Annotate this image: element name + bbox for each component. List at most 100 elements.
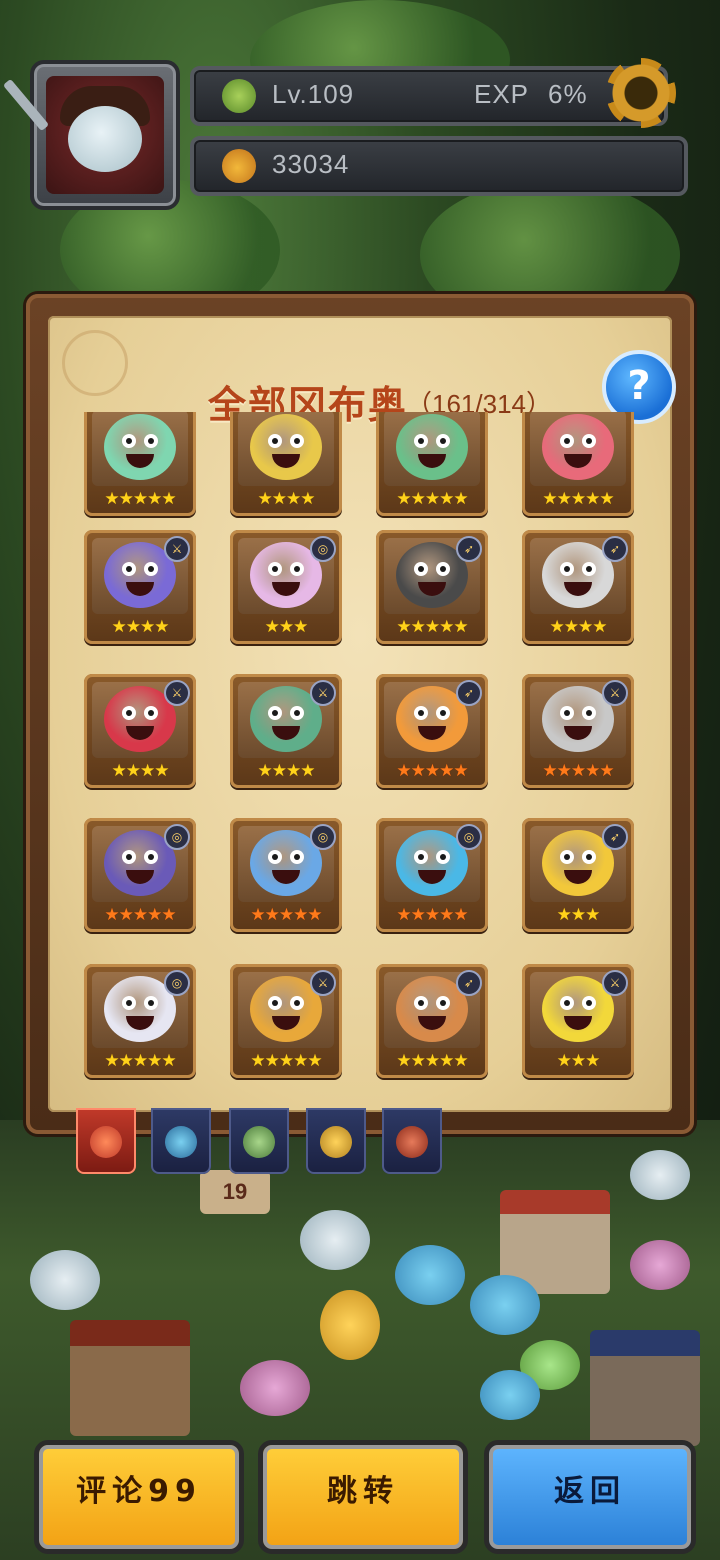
creature-eye (560, 434, 574, 448)
tab-all[interactable] (76, 1108, 136, 1174)
back-button[interactable]: 返回 (484, 1440, 696, 1554)
creature-portrait (250, 414, 322, 480)
card-frame: ◎ ★★★★★ (230, 818, 342, 932)
tab-blue[interactable] (151, 1108, 211, 1174)
creature-eye (582, 850, 596, 864)
star-rating: ★★★★★ (396, 1051, 468, 1071)
creature-card[interactable]: ⚔ ★★★★ (84, 674, 196, 788)
creature-eye (560, 850, 574, 864)
card-frame: ⚔ ★★★★★ (522, 674, 634, 788)
jump-button[interactable]: 跳转 (258, 1440, 468, 1554)
village-monster[interactable] (470, 1275, 540, 1335)
creature-eye (582, 434, 596, 448)
star-rating: ★★★★★ (104, 905, 176, 925)
star-rating: ★★★★★ (542, 761, 614, 781)
creature-card[interactable]: ◎ ★★★★★ (376, 818, 488, 932)
avatar-portrait (46, 76, 164, 194)
collection-panel: 全部冈布奥 （161/314） ? ★★★★★ ★★★★ ★★★★★ ★★★★★ ⚔ ★★… (26, 294, 694, 1134)
creature-card[interactable]: ⚔ ★★★ (522, 964, 634, 1078)
creature-card[interactable]: ★★★★★ (522, 412, 634, 516)
level-bar: Lv.109 EXP 6% (190, 66, 668, 126)
tab-blue-icon (165, 1126, 197, 1158)
star-rating: ★★★★★ (104, 1051, 176, 1071)
creature-eye (268, 434, 282, 448)
tab-green-icon (243, 1126, 275, 1158)
creature-card[interactable]: ◎ ★★★ (230, 530, 342, 644)
star-rating: ★★★★★ (396, 761, 468, 781)
creature-eye (414, 562, 428, 576)
creature-mouth (564, 1016, 592, 1030)
exp-value: 6% (548, 79, 588, 109)
creature-card[interactable]: ◎ ★★★★★ (230, 818, 342, 932)
village-sign-number: 19 (222, 1179, 248, 1204)
card-frame: ➶ ★★★★ (522, 530, 634, 644)
creature-card[interactable]: ➶ ★★★ (522, 818, 634, 932)
tab-red[interactable] (382, 1108, 442, 1174)
creature-mouth (272, 582, 300, 596)
creature-card[interactable]: ➶ ★★★★ (522, 530, 634, 644)
star-rating: ★★★★ (111, 617, 170, 637)
creature-mouth (126, 870, 154, 884)
player-avatar[interactable] (30, 60, 180, 210)
creature-mouth (418, 582, 446, 596)
creature-card[interactable]: ★★★★★ (376, 412, 488, 516)
creature-eye (436, 850, 450, 864)
creature-card[interactable]: ➶ ★★★★★ (376, 964, 488, 1078)
creature-card[interactable]: ➶ ★★★★★ (376, 674, 488, 788)
creature-portrait (396, 414, 468, 480)
creature-card[interactable]: ⚔ ★★★★★ (522, 674, 634, 788)
gear-icon[interactable] (606, 58, 676, 128)
creature-grid[interactable]: ★★★★★ ★★★★ ★★★★★ ★★★★★ ⚔ ★★★★ ◎ ★★★ ➶ ★★★★★ ➶ ★★★★ ⚔… (84, 412, 644, 1092)
tab-green[interactable] (229, 1108, 289, 1174)
house (70, 1320, 190, 1436)
tab-all-icon (90, 1126, 122, 1158)
level-label: Lv.109 (272, 79, 355, 109)
star-rating: ★★★★★ (250, 905, 322, 925)
creature-eye (414, 996, 428, 1010)
swirl-class-icon: ◎ (164, 824, 190, 850)
creature-card[interactable]: ★★★★ (230, 412, 342, 516)
creature-card[interactable]: ◎ ★★★★★ (84, 964, 196, 1078)
star-rating: ★★★ (264, 617, 309, 637)
creature-card[interactable]: ◎ ★★★★★ (84, 818, 196, 932)
village-monster[interactable] (630, 1150, 690, 1200)
collection-panel-body: 全部冈布奥 （161/314） ? ★★★★★ ★★★★ ★★★★★ ★★★★★ ⚔ ★★… (48, 316, 676, 1112)
bow-class-icon: ➶ (602, 824, 628, 850)
village-monster[interactable] (480, 1370, 540, 1420)
creature-eye (122, 996, 136, 1010)
creature-card[interactable]: ➶ ★★★★★ (376, 530, 488, 644)
village-monster[interactable] (630, 1240, 690, 1290)
currency-bar: 33034 (190, 136, 688, 196)
village-monster[interactable] (240, 1360, 310, 1416)
sword-class-icon: ⚔ (310, 970, 336, 996)
creature-eye (290, 706, 304, 720)
star-rating: ★★★★★ (104, 489, 176, 509)
card-frame: ➶ ★★★★★ (376, 674, 488, 788)
creature-portrait (104, 414, 176, 480)
card-frame: ★★★★★ (84, 412, 196, 516)
card-frame: ⚔ ★★★★★ (230, 964, 342, 1078)
creature-eye (414, 850, 428, 864)
creature-eye (290, 996, 304, 1010)
card-frame: ★★★★★ (522, 412, 634, 516)
village-monster[interactable] (395, 1245, 465, 1305)
tab-yellow[interactable] (306, 1108, 366, 1174)
bow-class-icon: ➶ (602, 536, 628, 562)
village-monster[interactable] (320, 1290, 380, 1360)
creature-card[interactable]: ⚔ ★★★★ (84, 530, 196, 644)
creature-mouth (126, 582, 154, 596)
creature-eye (436, 562, 450, 576)
creature-card[interactable]: ★★★★★ (84, 412, 196, 516)
creature-eye (144, 706, 158, 720)
creature-eye (122, 434, 136, 448)
creature-card[interactable]: ⚔ ★★★★★ (230, 964, 342, 1078)
village-monster[interactable] (300, 1210, 370, 1270)
creature-card[interactable]: ⚔ ★★★★ (230, 674, 342, 788)
creature-eye (290, 434, 304, 448)
comment-button[interactable]: 评论99 (34, 1440, 244, 1554)
card-frame: ➶ ★★★★★ (376, 530, 488, 644)
creature-eye (560, 562, 574, 576)
village-monster[interactable] (30, 1250, 100, 1310)
creature-mouth (272, 1016, 300, 1030)
creature-mouth (564, 726, 592, 740)
